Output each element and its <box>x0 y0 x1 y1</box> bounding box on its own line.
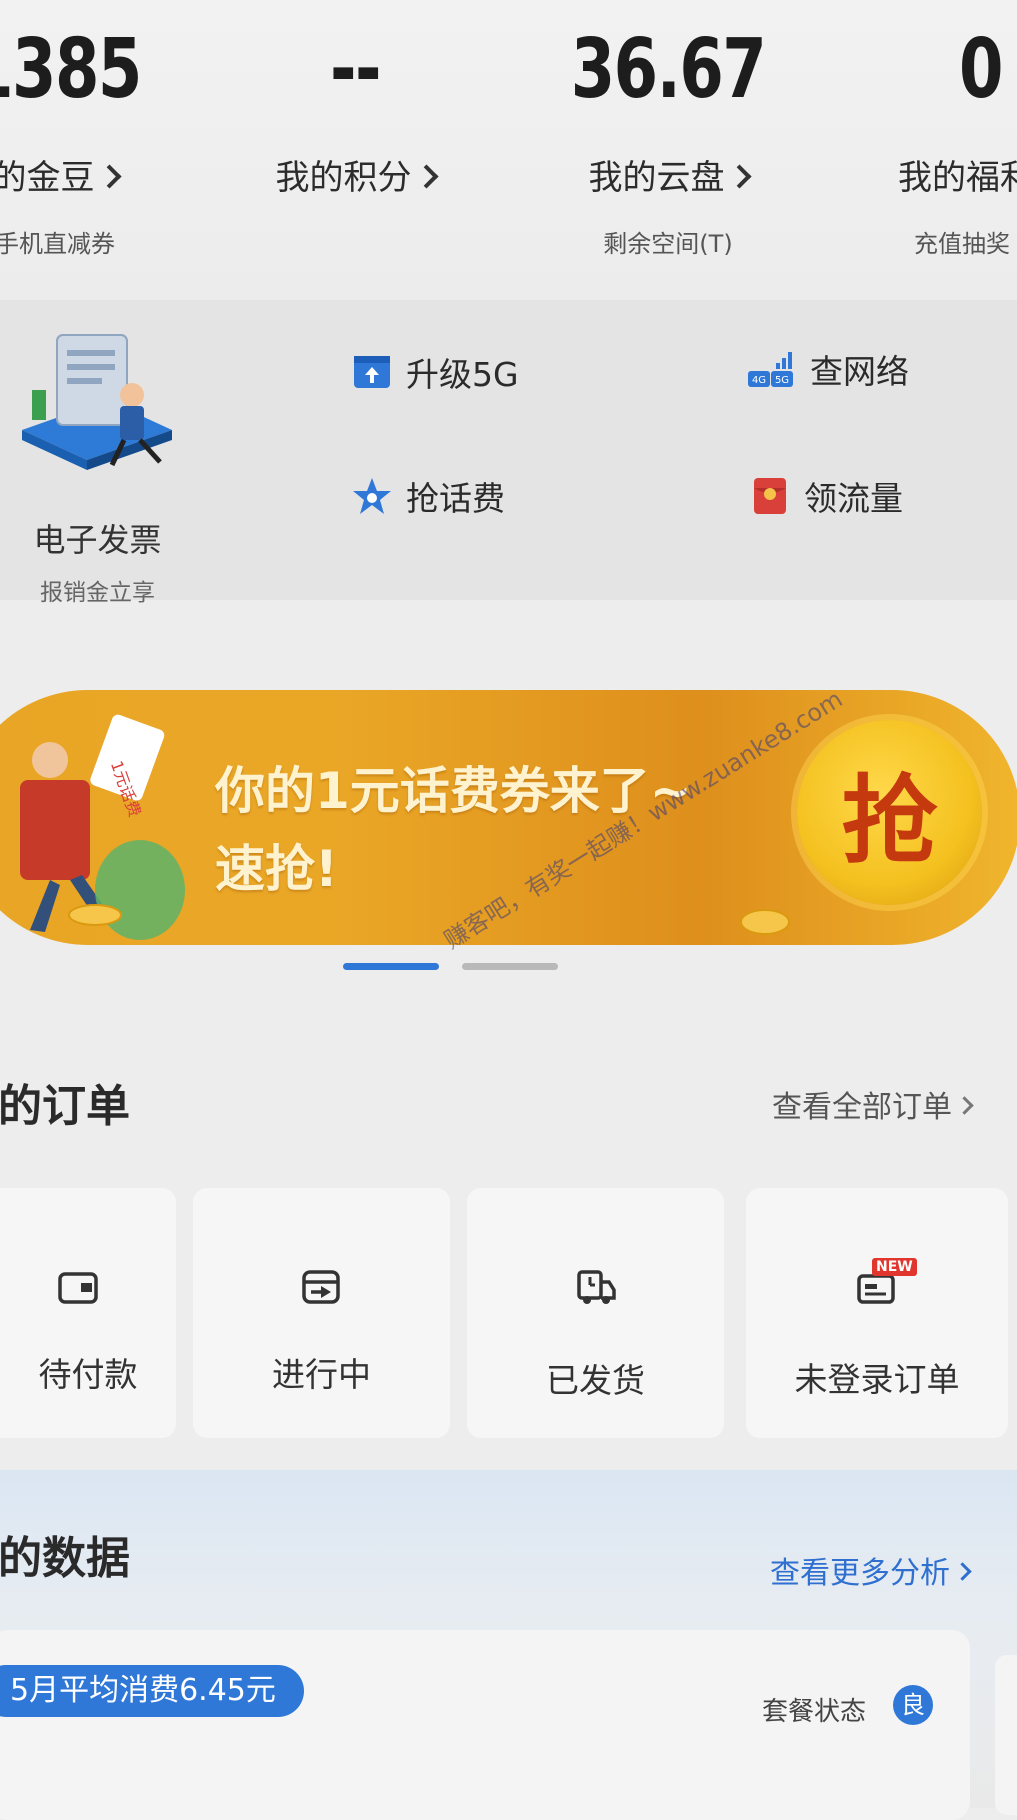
invoice-illustration <box>22 334 172 470</box>
service-label: 领流量 <box>804 479 903 518</box>
stat-points[interactable]: -- 我的积分 <box>205 0 505 300</box>
stat-label: 的金豆 <box>0 150 205 199</box>
stats-row: 1385 的金豆 手机直减券 -- 我的积分 36.67 我的云盘 剩余空间(T… <box>0 0 1017 300</box>
service-get-data[interactable]: 领流量 <box>750 472 903 520</box>
in-progress-icon <box>301 1270 340 1304</box>
service-check-network[interactable]: 4G 5G 查网络 <box>748 345 909 393</box>
plan-status-label: 套餐状态 <box>762 1697 867 1727</box>
invoice-sub: 报销金立享 <box>40 580 155 606</box>
service-upgrade-5g[interactable]: 升级5G <box>352 348 519 396</box>
chevron-right-icon <box>955 1096 974 1115</box>
stat-label: 我的云盘 <box>518 150 818 199</box>
order-card-shipped[interactable]: 已发货 <box>467 1188 724 1438</box>
stat-cloud-disk[interactable]: 36.67 我的云盘 剩余空间(T) <box>518 0 818 300</box>
stat-sub: 充值抽奖 <box>914 230 1010 258</box>
banner-illustration: 1元话费 <box>20 714 185 940</box>
order-label: 已发货 <box>546 1361 645 1400</box>
plan-status-badge: 良 <box>893 1685 933 1725</box>
stat-value: 1385 <box>0 22 142 117</box>
services-card: 电子发票 报销金立享 升级5G 4G 5G 查网络 抢话费 领流量 <box>0 300 1017 606</box>
avg-spend-pill: 5月平均消费6.45元 <box>0 1665 304 1717</box>
order-label: 进行中 <box>272 1355 371 1394</box>
orders-title: 的订单 <box>0 1081 130 1132</box>
order-label: 未登录订单 <box>794 1360 960 1399</box>
stat-sub: 剩余空间(T) <box>603 230 733 258</box>
service-label: 抢话费 <box>406 479 505 518</box>
service-grab-credit[interactable]: 抢话费 <box>352 472 505 520</box>
stat-value: 36.67 <box>570 22 767 117</box>
carousel-dot[interactable] <box>462 963 558 970</box>
coin-icon <box>740 909 790 935</box>
grab-button[interactable]: 抢 <box>797 720 982 905</box>
stat-label: 我的福利 <box>898 158 1017 198</box>
upgrade-icon <box>352 352 392 392</box>
stat-sub: 手机直减券 <box>0 230 115 258</box>
red-envelope-icon <box>750 476 790 516</box>
view-all-orders-link[interactable]: 查看全部订单 <box>772 1082 974 1126</box>
chevron-right-icon <box>413 164 439 189</box>
next-card-peek[interactable] <box>995 1655 1017 1815</box>
stat-value: -- <box>330 22 382 117</box>
invoice-label[interactable]: 电子发票 <box>0 515 195 561</box>
stat-value: 0 <box>959 22 1004 117</box>
chevron-right-icon <box>953 1562 972 1581</box>
stat-welfare[interactable]: 0 我的福利 充值抽奖 <box>838 0 1017 300</box>
chevron-right-icon <box>96 164 122 189</box>
network-icon: 4G 5G <box>748 349 796 389</box>
wallet-icon <box>58 1272 98 1304</box>
data-title: 的数据 <box>0 1533 130 1584</box>
chevron-right-icon <box>726 164 752 189</box>
order-card-pending-payment[interactable]: 待付款 <box>0 1188 176 1438</box>
order-card-unregistered[interactable]: NEW 未登录订单 <box>746 1188 1008 1438</box>
service-label: 查网络 <box>810 352 909 391</box>
carousel-dot-active[interactable] <box>343 963 439 970</box>
svg-text:4G: 4G <box>752 375 766 386</box>
view-more-analysis-link[interactable]: 查看更多分析 <box>770 1548 972 1592</box>
stat-gold-beans[interactable]: 1385 的金豆 手机直减券 <box>0 0 205 300</box>
delivery-truck-icon <box>576 1270 616 1304</box>
order-label: 待付款 <box>38 1355 138 1394</box>
new-badge: NEW <box>872 1258 917 1276</box>
svg-text:5G: 5G <box>775 375 789 386</box>
service-label: 升级5G <box>406 355 519 394</box>
star-icon <box>352 476 392 516</box>
stat-label: 我的积分 <box>205 150 505 199</box>
order-card-in-progress[interactable]: 进行中 <box>193 1188 450 1438</box>
